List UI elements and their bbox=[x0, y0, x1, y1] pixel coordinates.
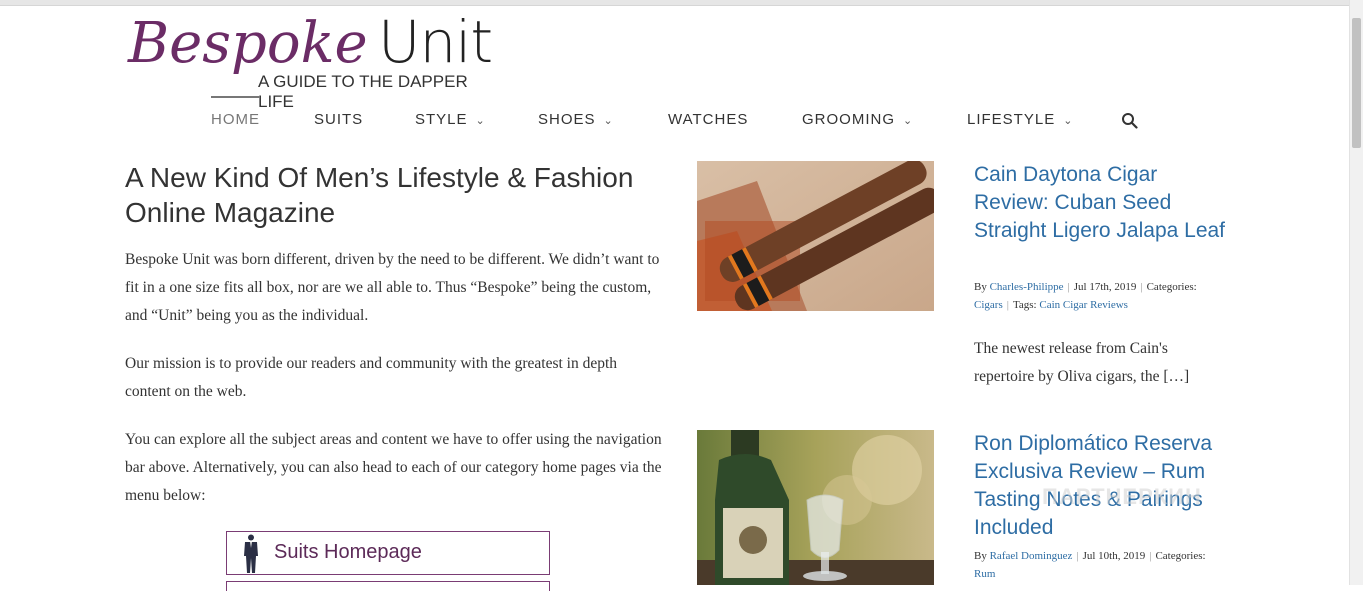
page-scrollbar[interactable] bbox=[1349, 0, 1363, 585]
browser-top-line bbox=[0, 0, 1350, 6]
nav-shoes[interactable]: SHOES ⌄ bbox=[538, 111, 614, 128]
post-1-meta: By Charles-Philippe | Jul 17th, 2019 | Categ… bbox=[974, 278, 1234, 314]
intro-paragraph-3: You can explore all the subject areas an… bbox=[125, 431, 662, 504]
post-1-category-link[interactable]: Cigars bbox=[974, 299, 1003, 311]
nav-watches[interactable]: WATCHES bbox=[668, 111, 748, 128]
search-icon[interactable] bbox=[1121, 112, 1139, 130]
post-1-separator: | bbox=[1140, 281, 1143, 293]
nav-style-label: STYLE bbox=[415, 111, 468, 128]
nav-lifestyle-label: LIFESTYLE bbox=[967, 111, 1056, 128]
logo-script-text: Bespoke bbox=[128, 11, 368, 76]
chevron-down-icon: ⌄ bbox=[903, 115, 914, 127]
nav-lifestyle[interactable]: LIFESTYLE ⌄ bbox=[967, 111, 1073, 128]
post-1-thumbnail[interactable] bbox=[697, 161, 934, 311]
nav-watches-label: WATCHES bbox=[668, 111, 749, 128]
post-1-categories-label: Categories: bbox=[1146, 281, 1197, 293]
post-1-tag-link[interactable]: Cain Cigar Reviews bbox=[1039, 299, 1128, 311]
nav-home-label: HOME bbox=[211, 111, 260, 128]
nav-shoes-label: SHOES bbox=[538, 111, 596, 128]
post-2-category-link[interactable]: Rum bbox=[974, 568, 995, 580]
nav-suits[interactable]: SUITS bbox=[314, 111, 363, 128]
watermark-text: ПАРТНЕРКИН bbox=[1042, 484, 1202, 509]
post-2-categories-label: Categories: bbox=[1155, 550, 1206, 562]
suits-homepage-label: Suits Homepage bbox=[274, 541, 422, 563]
post-2-separator: | bbox=[1149, 550, 1152, 562]
chevron-down-icon: ⌄ bbox=[475, 115, 486, 127]
suit-icon bbox=[244, 534, 258, 573]
next-category-button[interactable] bbox=[226, 581, 550, 591]
chevron-down-icon: ⌄ bbox=[603, 115, 614, 127]
nav-grooming[interactable]: GROOMING ⌄ bbox=[802, 111, 913, 128]
post-2-author-link[interactable]: Rafael Dominguez bbox=[990, 550, 1073, 562]
post-1-excerpt: The newest release from Cain's repertoir… bbox=[974, 340, 1190, 385]
logo-unit-text: Unit bbox=[378, 8, 493, 76]
nav-suits-label: SUITS bbox=[314, 111, 364, 128]
post-1-date: Jul 17th, 2019 bbox=[1073, 281, 1137, 293]
main-navigation: HOME SUITS STYLE ⌄ SHOES ⌄ WATCHES GROOMIN… bbox=[0, 96, 1350, 143]
nav-style[interactable]: STYLE ⌄ bbox=[415, 111, 486, 128]
post-1-separator: | bbox=[1006, 299, 1009, 311]
post-1-author-link[interactable]: Charles-Philippe bbox=[990, 281, 1064, 293]
page-headline: A New Kind Of Men’s Lifestyle & Fashion … bbox=[125, 162, 634, 228]
post-1-by: By bbox=[974, 281, 987, 293]
post-2-separator: | bbox=[1076, 550, 1079, 562]
nav-grooming-label: GROOMING bbox=[802, 111, 895, 128]
post-2-date: Jul 10th, 2019 bbox=[1082, 550, 1146, 562]
rum-photo bbox=[697, 430, 934, 585]
site-logo[interactable]: Bespoke Unit A GUIDE TO THE DAPPER LIFE bbox=[128, 8, 508, 111]
intro-paragraph-2: Our mission is to provide our readers an… bbox=[125, 355, 618, 400]
nav-home[interactable]: HOME bbox=[211, 96, 260, 128]
suits-homepage-button[interactable]: Suits Homepage bbox=[226, 531, 550, 575]
post-1-separator: | bbox=[1067, 281, 1070, 293]
post-1-tags-label: Tags: bbox=[1012, 299, 1037, 311]
post-2-by: By bbox=[974, 550, 987, 562]
chevron-down-icon: ⌄ bbox=[1063, 115, 1074, 127]
post-2-meta: By Rafael Dominguez | Jul 10th, 2019 | Categ… bbox=[974, 547, 1234, 583]
intro-paragraph-1: Bespoke Unit was born different, driven … bbox=[125, 251, 660, 324]
post-2-thumbnail[interactable] bbox=[697, 430, 934, 585]
cigar-photo bbox=[697, 161, 934, 311]
scrollbar-thumb[interactable] bbox=[1352, 18, 1361, 148]
post-1-title[interactable]: Cain Daytona Cigar Review: Cuban Seed St… bbox=[974, 161, 1234, 245]
